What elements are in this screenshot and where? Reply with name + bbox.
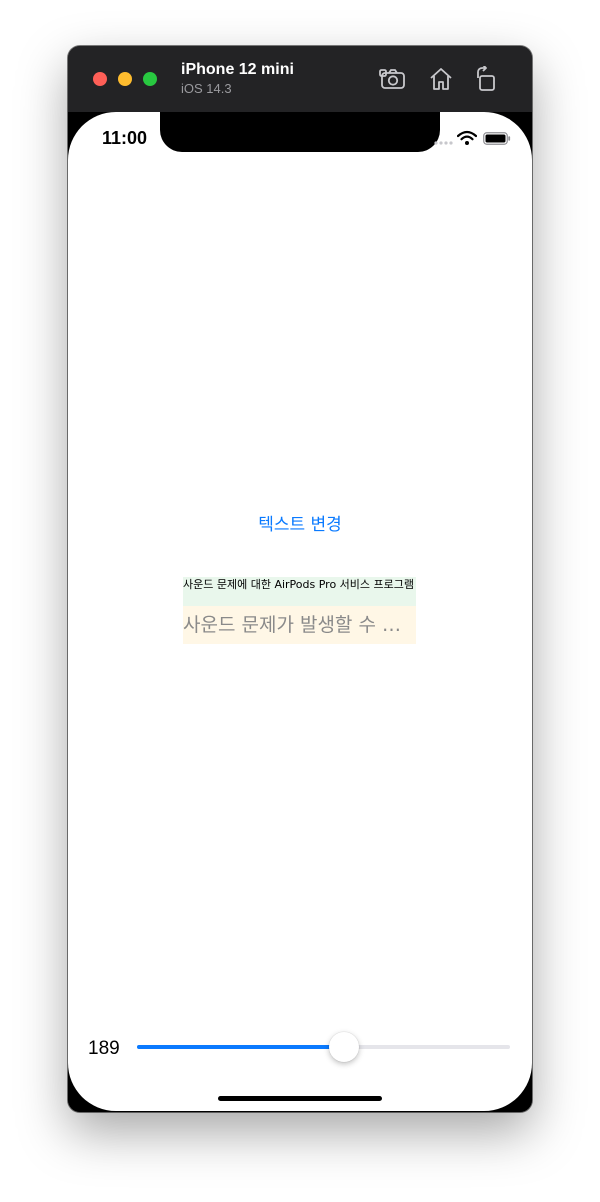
os-version: iOS 14.3 — [181, 81, 232, 96]
small-text-label: 사운드 문제에 대한 AirPods Pro 서비스 프로그램 — [183, 577, 416, 606]
font-size-slider[interactable] — [137, 1032, 510, 1062]
home-icon[interactable] — [427, 66, 455, 92]
large-text-label: 사운드 문제가 발생할 수 있는 AirPods Pro — [183, 606, 416, 644]
rotate-icon[interactable] — [472, 66, 500, 92]
battery-icon — [483, 132, 511, 145]
device-notch — [160, 112, 440, 152]
simulator-window: iPhone 12 mini iOS 14.3 11:00 텍스트 변경 사운드… — [68, 46, 532, 1112]
slider-thumb[interactable] — [329, 1032, 360, 1062]
device-screen: 11:00 텍스트 변경 사운드 문제에 대한 AirPods Pro 서비스 … — [68, 112, 532, 1111]
slider-value-label: 189 — [88, 1038, 120, 1059]
wifi-icon — [457, 130, 477, 145]
simulator-titlebar: iPhone 12 mini iOS 14.3 — [68, 46, 532, 112]
change-text-button[interactable]: 텍스트 변경 — [240, 509, 360, 535]
close-window-button[interactable] — [93, 72, 107, 86]
cellular-signal-icon — [434, 141, 453, 145]
home-indicator[interactable] — [218, 1096, 382, 1101]
status-bar-time: 11:00 — [102, 128, 148, 148]
device-bezel: 11:00 텍스트 변경 사운드 문제에 대한 AirPods Pro 서비스 … — [68, 112, 532, 1112]
device-name: iPhone 12 mini — [181, 61, 294, 78]
slider-fill — [137, 1045, 345, 1049]
zoom-window-button[interactable] — [143, 72, 157, 86]
minimize-window-button[interactable] — [118, 72, 132, 86]
screenshot-icon[interactable] — [379, 66, 407, 92]
